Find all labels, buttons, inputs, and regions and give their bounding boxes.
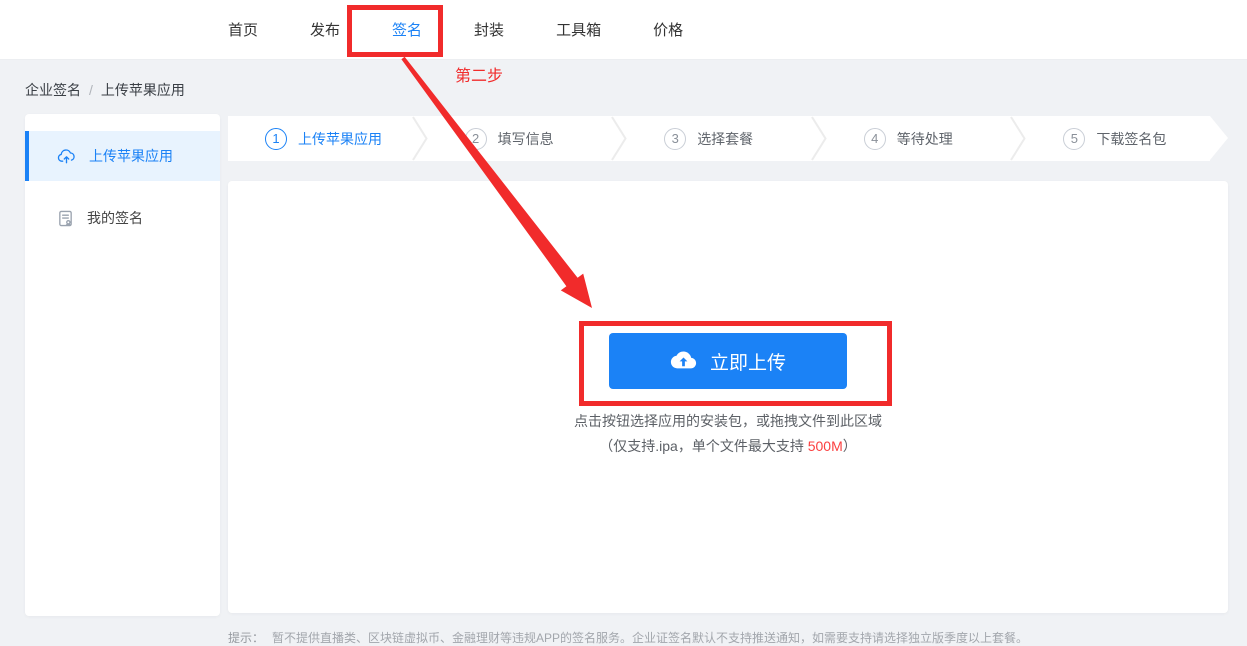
step-number: 5: [1063, 127, 1086, 150]
chevron-separator-icon: [1010, 116, 1027, 161]
step-label: 上传苹果应用: [298, 130, 382, 147]
step-label: 填写信息: [497, 130, 554, 147]
nav-item-package[interactable]: 封装: [472, 13, 506, 46]
step-5-download-package: 5 下载签名包: [1026, 116, 1210, 161]
tip-label: 提示：: [228, 631, 265, 645]
upload-hint-line1: 点击按钮选择应用的安装包，或拖拽文件到此区域: [574, 413, 882, 429]
breadcrumb: 企业签名 / 上传苹果应用: [25, 80, 1228, 100]
nav-item-publish[interactable]: 发布: [308, 13, 342, 46]
nav-item-price[interactable]: 价格: [651, 13, 685, 46]
step-number: 1: [265, 127, 287, 150]
breadcrumb-root[interactable]: 企业签名: [25, 80, 81, 100]
hint-suffix: ）: [842, 438, 857, 454]
step-1-upload: 1 上传苹果应用: [228, 116, 412, 161]
sidebar-item-label: 上传苹果应用: [89, 148, 173, 164]
steps-wizard: 1 上传苹果应用 2 填写信息 3 选择套餐 4 等待处理 5 下载签名包: [228, 116, 1228, 161]
chevron-separator-icon: [810, 116, 827, 161]
step-2-fill-info: 2 填写信息: [428, 116, 612, 161]
signature-doc-icon: [57, 210, 74, 227]
step-number: 2: [464, 127, 487, 150]
main-nav: 首页 发布 签名 封装 工具箱 价格: [226, 13, 685, 55]
step-4-wait-processing: 4 等待处理: [827, 116, 1011, 161]
breadcrumb-current: 上传苹果应用: [100, 82, 185, 98]
chevron-separator-icon: [611, 116, 627, 161]
nav-item-sign[interactable]: 签名: [387, 13, 428, 55]
cloud-upload-icon: [57, 148, 76, 164]
upload-drop-area[interactable]: 立即上传 点击按钮选择应用的安装包，或拖拽文件到此区域 （仅支持.ipa，单个文…: [228, 181, 1228, 613]
steps-arrow-tip: [1210, 116, 1228, 160]
step-label: 下载签名包: [1096, 130, 1167, 147]
upload-button-label: 立即上传: [709, 352, 786, 374]
sidebar-item-upload-app[interactable]: 上传苹果应用: [25, 131, 220, 181]
tip-text: 暂不提供直播类、区块链虚拟币、金融理财等违规APP的签名服务。企业证签名默认不支…: [272, 631, 1029, 645]
sidebar: 上传苹果应用 我的签名: [25, 114, 220, 616]
chevron-separator-icon: [411, 116, 428, 161]
upload-hint-line2: （仅支持.ipa，单个文件最大支持 500M）: [599, 436, 857, 456]
top-header: 首页 发布 签名 封装 工具箱 价格: [0, 0, 1247, 60]
footer-tip: 提示： 暂不提供直播类、区块链虚拟币、金融理财等违规APP的签名服务。企业证签名…: [228, 629, 1228, 646]
nav-item-toolbox[interactable]: 工具箱: [554, 13, 603, 46]
sidebar-item-my-signatures[interactable]: 我的签名: [25, 193, 220, 243]
breadcrumb-separator: /: [89, 82, 93, 98]
step-label: 选择套餐: [697, 130, 754, 147]
nav-item-home[interactable]: 首页: [226, 13, 260, 46]
step-number: 4: [863, 127, 886, 150]
cloud-upload-icon: [670, 351, 697, 372]
step-number: 3: [664, 127, 687, 150]
step-label: 等待处理: [896, 130, 953, 147]
upload-now-button[interactable]: 立即上传: [609, 333, 847, 389]
sidebar-item-label: 我的签名: [87, 210, 143, 226]
file-size-limit: 500M: [807, 438, 843, 454]
page-body: 企业签名 / 上传苹果应用 上传苹果应用 我的签名 1 上传苹果应用 2 填写信…: [0, 60, 1247, 646]
step-3-choose-plan: 3 选择套餐: [627, 116, 811, 161]
hint-prefix: （仅支持.ipa，单个文件最大支持: [599, 438, 808, 454]
